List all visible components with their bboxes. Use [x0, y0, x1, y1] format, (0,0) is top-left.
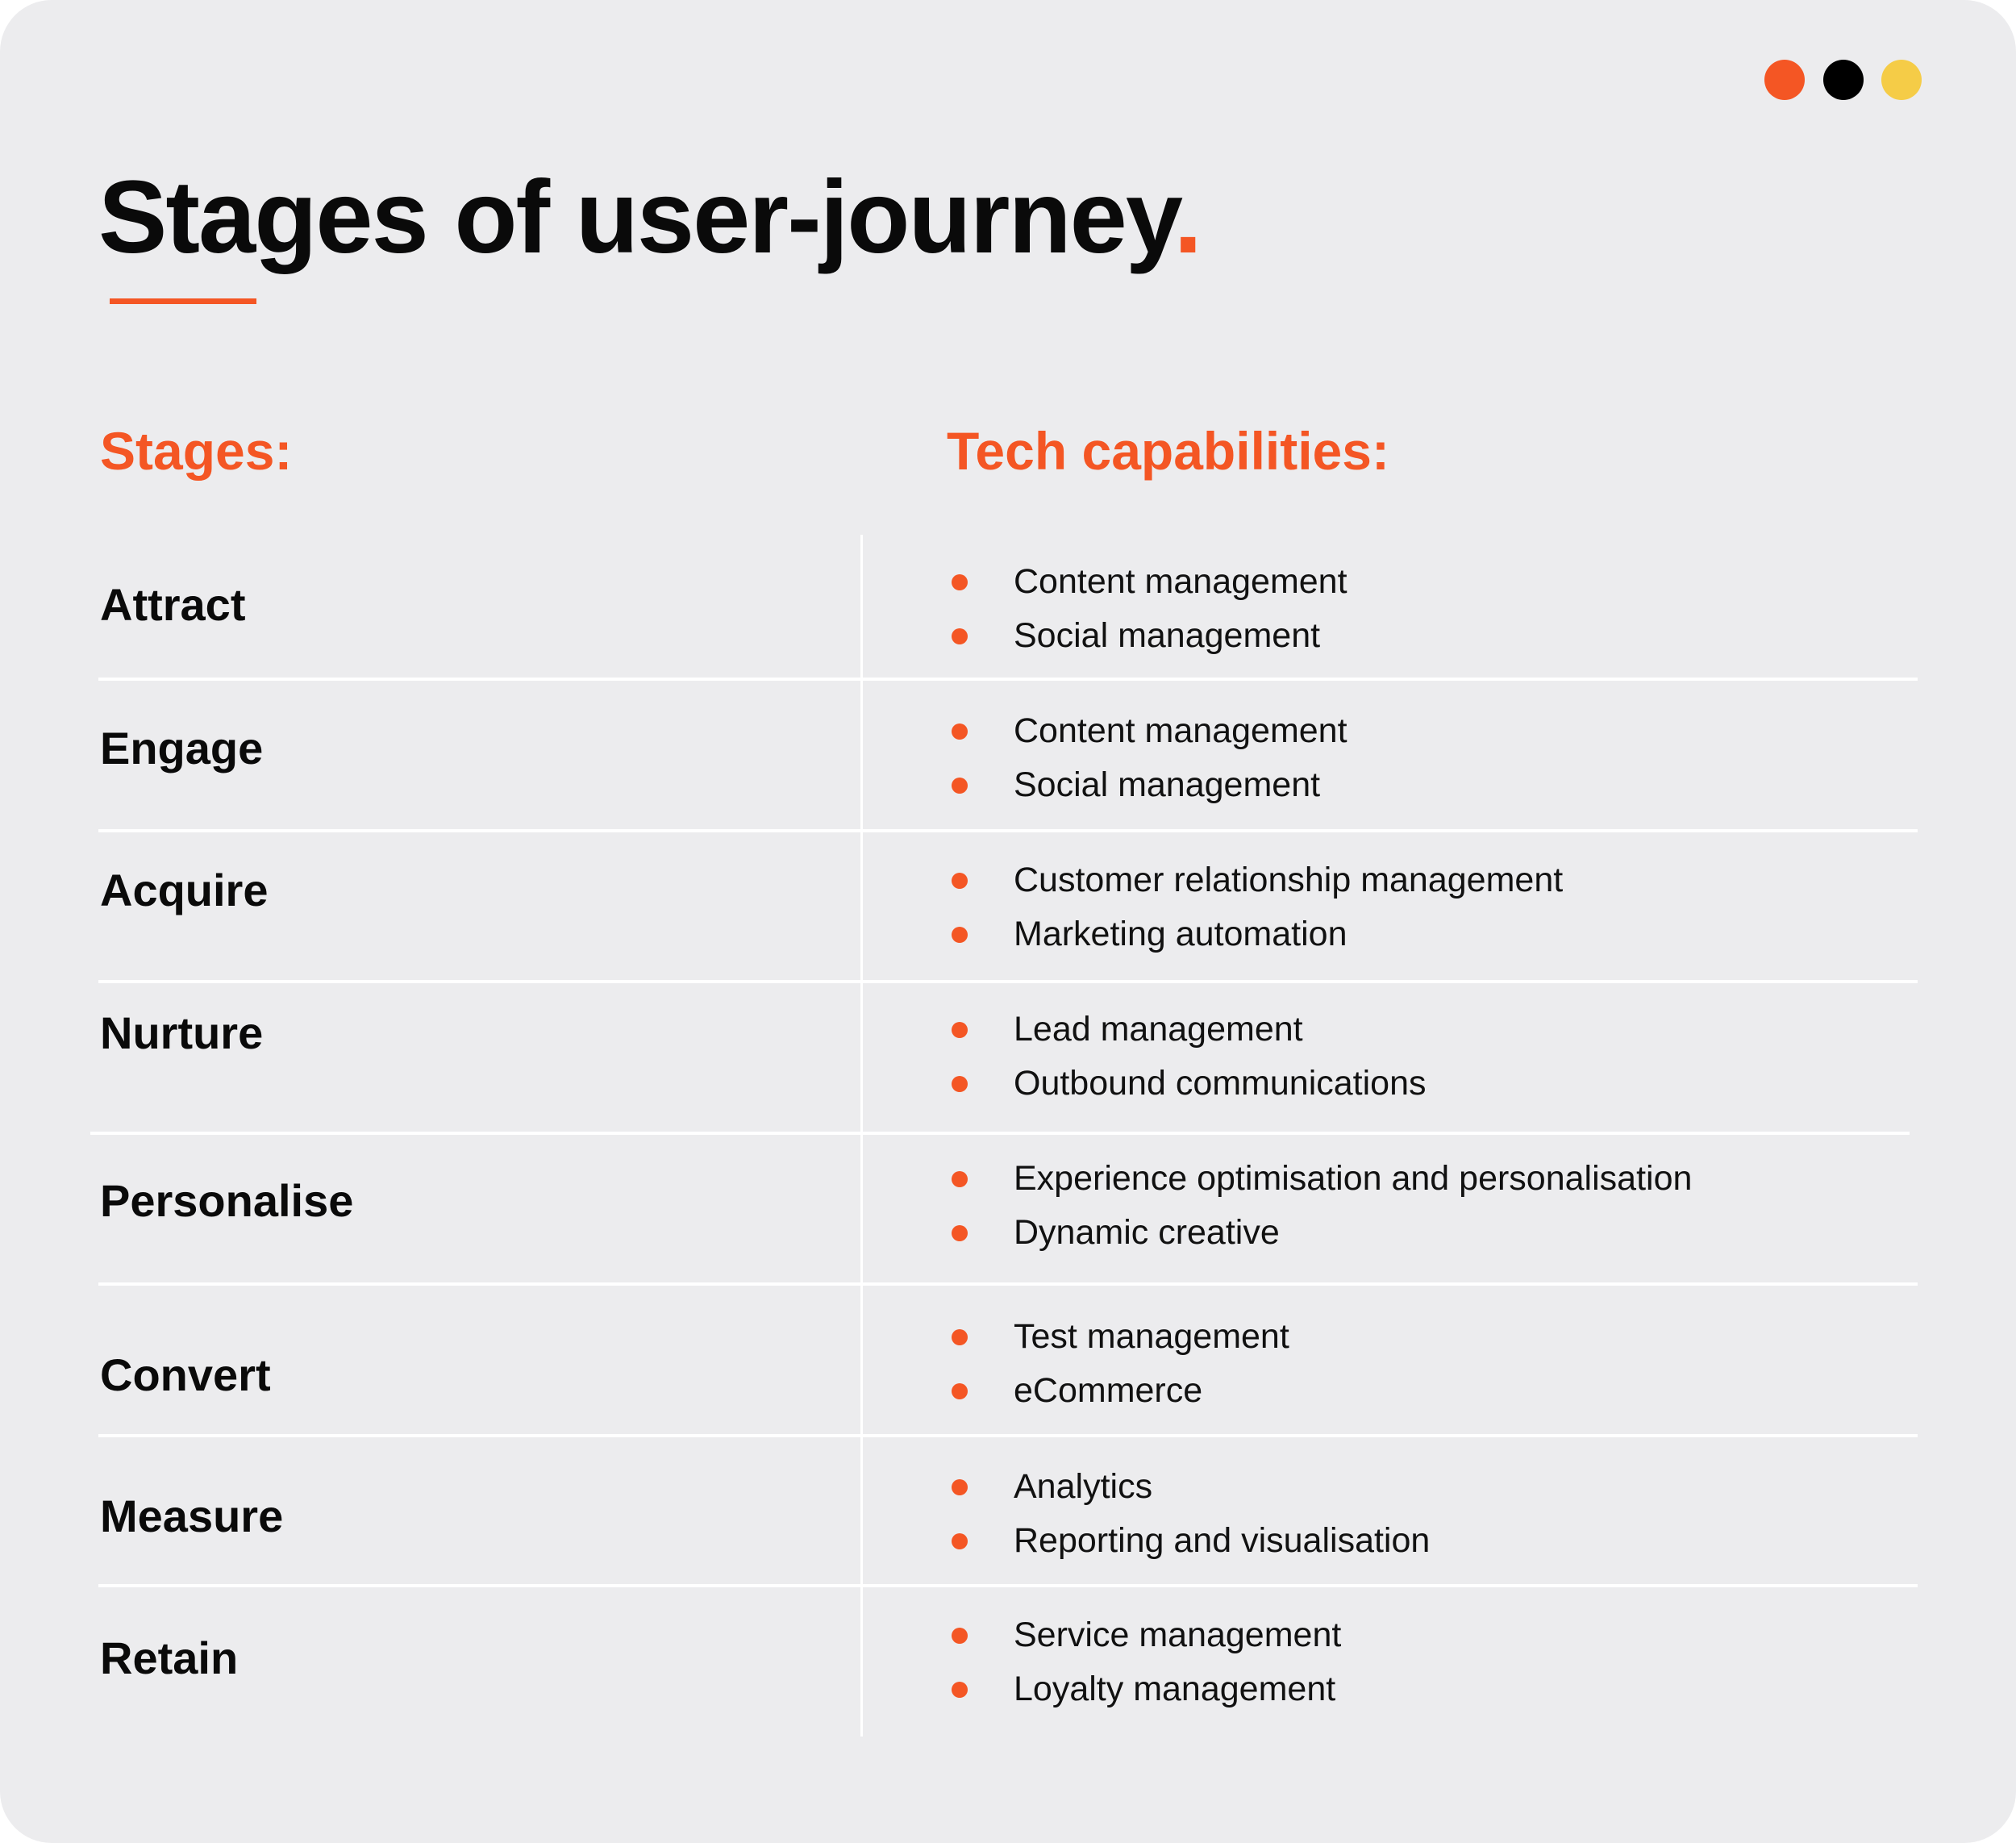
- capability-item: Social management: [952, 619, 1320, 653]
- card: Stages of user-journey. Stages: Tech cap…: [0, 0, 2016, 1843]
- bullet-icon: [952, 1075, 968, 1092]
- capability-text: Lead management: [1014, 1010, 1303, 1049]
- row-separator: [98, 1584, 1918, 1587]
- capability-text: Content management: [1014, 711, 1347, 750]
- bullet-icon: [952, 1021, 968, 1038]
- capability-text: Reporting and visualisation: [1014, 1521, 1431, 1560]
- capability-text: Social management: [1014, 616, 1321, 655]
- orange-dot-icon: [1764, 60, 1805, 100]
- stage-label: Retain: [100, 1632, 239, 1683]
- bullet-icon: [952, 777, 968, 794]
- capability-text: Analytics: [1014, 1467, 1153, 1506]
- capability-item: Content management: [952, 714, 1347, 748]
- capability-text: Marketing automation: [1014, 915, 1347, 953]
- capability-item: Marketing automation: [952, 917, 1347, 952]
- stage-label: Measure: [100, 1491, 284, 1541]
- bullet-icon: [952, 1224, 968, 1241]
- row-separator: [98, 1282, 1918, 1286]
- capability-item: Service management: [952, 1618, 1341, 1653]
- capability-item: Analytics: [952, 1470, 1152, 1504]
- black-dot-icon: [1823, 60, 1864, 100]
- title-accent-period: .: [1173, 160, 1203, 275]
- bullet-icon: [952, 1170, 968, 1187]
- capability-text: Dynamic creative: [1014, 1213, 1280, 1252]
- stage-label: Personalise: [100, 1175, 354, 1226]
- capability-item: Experience optimisation and personalisat…: [952, 1161, 1692, 1196]
- page-title: Stages of user-journey.: [98, 160, 1203, 275]
- bullet-icon: [952, 723, 968, 740]
- bullet-icon: [952, 628, 968, 644]
- capability-item: Reporting and visualisation: [952, 1524, 1430, 1558]
- row-separator: [98, 678, 1918, 681]
- row-separator: [90, 1132, 1910, 1135]
- stages-header: Stages:: [100, 421, 293, 481]
- capability-item: Test management: [952, 1320, 1289, 1354]
- bullet-icon: [952, 926, 968, 943]
- capabilities-header: Tech capabilities:: [947, 421, 1389, 481]
- capability-item: Loyalty management: [952, 1672, 1335, 1707]
- capability-item: Outbound communications: [952, 1066, 1427, 1101]
- capability-text: Customer relationship management: [1014, 861, 1564, 899]
- bullet-icon: [952, 1328, 968, 1345]
- capability-text: Content management: [1014, 562, 1347, 601]
- row-separator: [98, 1434, 1918, 1437]
- column-divider: [860, 535, 863, 1737]
- row-separator: [98, 980, 1918, 983]
- row-separator: [98, 829, 1918, 832]
- capability-item: Dynamic creative: [952, 1215, 1280, 1250]
- bullet-icon: [952, 872, 968, 889]
- stage-label: Attract: [100, 579, 246, 630]
- bullet-icon: [952, 1382, 968, 1399]
- capability-text: Experience optimisation and personalisat…: [1014, 1159, 1693, 1198]
- stage-label: Convert: [100, 1349, 271, 1400]
- stage-label: Engage: [100, 723, 264, 773]
- capability-text: Test management: [1014, 1317, 1289, 1356]
- stage-label: Nurture: [100, 1007, 264, 1058]
- capability-text: Loyalty management: [1014, 1670, 1336, 1708]
- title-underline: [110, 298, 256, 304]
- yellow-dot-icon: [1881, 60, 1922, 100]
- capability-item: Content management: [952, 565, 1347, 599]
- capability-text: Service management: [1014, 1616, 1342, 1654]
- stage-label: Acquire: [100, 865, 269, 915]
- capability-text: Outbound communications: [1014, 1064, 1427, 1103]
- capability-item: Social management: [952, 768, 1320, 803]
- capability-item: Customer relationship management: [952, 863, 1563, 898]
- bullet-icon: [952, 1681, 968, 1698]
- bullet-icon: [952, 1478, 968, 1495]
- title-text: Stages of user-journey: [98, 160, 1175, 275]
- capability-item: eCommerce: [952, 1374, 1202, 1408]
- bullet-icon: [952, 1627, 968, 1644]
- bullet-icon: [952, 1532, 968, 1549]
- capability-text: Social management: [1014, 765, 1321, 804]
- capability-text: eCommerce: [1014, 1371, 1203, 1410]
- bullet-icon: [952, 573, 968, 590]
- capability-item: Lead management: [952, 1012, 1303, 1047]
